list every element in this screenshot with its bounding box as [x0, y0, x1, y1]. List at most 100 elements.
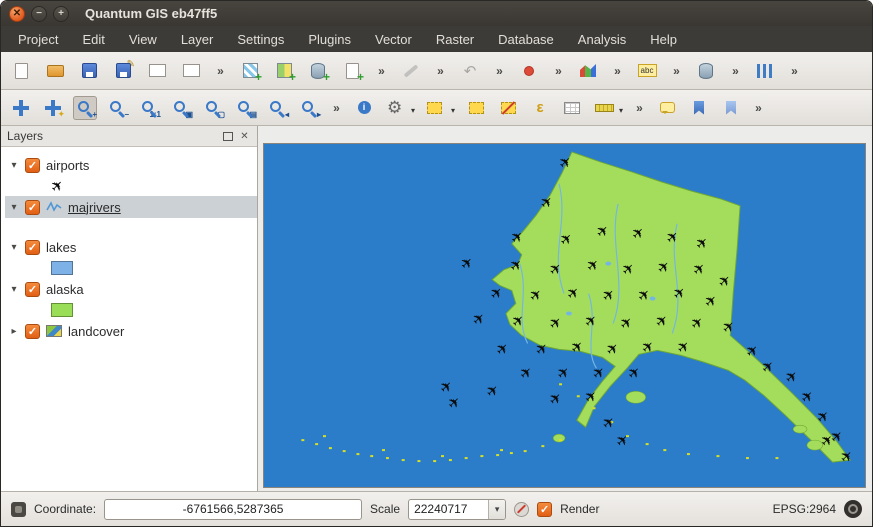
maximize-button[interactable]: + — [53, 6, 69, 22]
new-shapefile-layer-icon[interactable] — [340, 59, 364, 83]
toggle-extents-icon[interactable] — [11, 502, 26, 517]
map-tips-icon[interactable] — [655, 96, 679, 120]
zoom-last-icon[interactable]: ◂ — [265, 96, 289, 120]
zoom-native-icon[interactable]: 1:1 — [137, 96, 161, 120]
undock-panel-icon[interactable] — [221, 130, 234, 143]
overflow-icon[interactable]: » — [787, 59, 802, 83]
add-vector-layer-icon[interactable] — [238, 59, 262, 83]
overflow-icon[interactable]: » — [433, 59, 448, 83]
overflow-icon[interactable]: » — [213, 59, 228, 83]
layer-item-majrivers[interactable]: ▾✓majrivers — [5, 196, 257, 218]
stop-rendering-icon[interactable] — [514, 502, 529, 517]
menu-project[interactable]: Project — [7, 29, 69, 50]
deselect-all-icon[interactable] — [496, 96, 520, 120]
composer-manager-icon[interactable] — [179, 59, 203, 83]
expand-toggle-icon[interactable]: ▾ — [9, 284, 19, 295]
expand-toggle-icon[interactable]: ▾ — [9, 160, 19, 171]
overflow-icon[interactable]: » — [632, 96, 647, 120]
labeling-icon[interactable]: abc — [635, 59, 659, 83]
zoom-to-selection-glyph — [206, 101, 217, 112]
select-features-glyph — [427, 102, 442, 114]
dropdown-arrow-icon[interactable]: ▾ — [619, 106, 623, 115]
new-print-composer-icon[interactable] — [145, 59, 169, 83]
layer-visibility-checkbox[interactable]: ✓ — [25, 282, 40, 297]
identify-features-icon[interactable]: i — [352, 96, 376, 120]
zoom-full-extent-icon[interactable]: ▣ — [169, 96, 193, 120]
histogram-icon[interactable] — [576, 59, 600, 83]
overflow-icon[interactable]: » — [728, 59, 743, 83]
layer-visibility-checkbox[interactable]: ✓ — [25, 324, 40, 339]
overflow-icon[interactable]: » — [610, 59, 625, 83]
map-canvas[interactable]: ✈✈✈✈✈✈✈✈✈✈✈✈✈✈✈✈✈✈✈✈✈✈✈✈✈✈✈✈✈✈✈✈✈✈✈✈✈✈✈✈… — [264, 144, 865, 487]
save-project-icon[interactable] — [77, 59, 101, 83]
layer-visibility-checkbox[interactable]: ✓ — [25, 200, 40, 215]
menu-vector[interactable]: Vector — [364, 29, 423, 50]
airplane-symbol-icon: ✈ — [46, 175, 68, 197]
measure-icon[interactable]: ▾ — [592, 96, 624, 120]
overflow-icon[interactable]: » — [751, 96, 766, 120]
undo-icon[interactable]: ↶ — [458, 59, 482, 83]
zoom-last-glyph — [270, 101, 281, 112]
dropdown-arrow-icon[interactable]: ▾ — [451, 106, 455, 115]
menu-bar: ProjectEditViewLayerSettingsPluginsVecto… — [1, 26, 872, 52]
database-manager-icon[interactable] — [694, 59, 718, 83]
expand-toggle-icon[interactable]: ▾ — [9, 202, 19, 213]
layer-visibility-checkbox[interactable]: ✓ — [25, 240, 40, 255]
pan-to-selection-icon[interactable] — [41, 96, 65, 120]
overflow-icon[interactable]: » — [329, 96, 344, 120]
menu-raster[interactable]: Raster — [425, 29, 485, 50]
layer-visibility-checkbox[interactable]: ✓ — [25, 158, 40, 173]
layer-item-lakes[interactable]: ▾✓lakes — [5, 236, 257, 258]
run-feature-action-icon[interactable]: ⚙▾ — [384, 96, 416, 120]
overflow-icon[interactable]: » — [669, 59, 684, 83]
menu-edit[interactable]: Edit — [71, 29, 115, 50]
menu-settings[interactable]: Settings — [226, 29, 295, 50]
menu-plugins[interactable]: Plugins — [297, 29, 362, 50]
add-postgis-layer-icon[interactable] — [306, 59, 330, 83]
menu-help[interactable]: Help — [639, 29, 688, 50]
pan-map-icon[interactable] — [9, 96, 33, 120]
attribute-table-icon[interactable] — [560, 96, 584, 120]
zoom-out-icon[interactable]: − — [105, 96, 129, 120]
select-rectangle-icon[interactable] — [464, 96, 488, 120]
zoom-next-icon[interactable]: ▸ — [297, 96, 321, 120]
close-button[interactable]: ✕ — [9, 6, 25, 22]
scale-combo[interactable]: 22240717 ▾ — [408, 499, 506, 520]
help-contents-icon[interactable] — [517, 59, 541, 83]
zoom-in-icon[interactable]: + — [73, 96, 97, 120]
expand-toggle-icon[interactable]: ▾ — [9, 242, 19, 253]
select-features-icon[interactable]: ▾ — [424, 96, 456, 120]
toggle-editing-icon[interactable] — [399, 59, 423, 83]
minimize-button[interactable]: − — [31, 6, 47, 22]
menu-layer[interactable]: Layer — [170, 29, 225, 50]
render-checkbox[interactable]: ✓ — [537, 502, 552, 517]
select-by-expression-icon[interactable]: ε — [528, 96, 552, 120]
menu-database[interactable]: Database — [487, 29, 565, 50]
overflow-icon[interactable]: » — [492, 59, 507, 83]
statistics-icon[interactable] — [753, 59, 777, 83]
menu-analysis[interactable]: Analysis — [567, 29, 637, 50]
zoom-to-layer-icon[interactable]: ▤ — [233, 96, 257, 120]
close-panel-icon[interactable]: ✕ — [238, 130, 251, 143]
new-bookmark-icon[interactable] — [687, 96, 711, 120]
expand-toggle-icon[interactable]: ▸ — [9, 326, 19, 337]
menu-view[interactable]: View — [118, 29, 168, 50]
toolbar-navigation: +−1:1▣▢▤◂▸»i⚙▾▾ε▾»» — [1, 90, 872, 126]
layer-item-alaska[interactable]: ▾✓alaska — [5, 278, 257, 300]
crs-status-icon[interactable] — [844, 500, 862, 518]
zoom-to-selection-icon[interactable]: ▢ — [201, 96, 225, 120]
add-raster-layer-icon[interactable] — [272, 59, 296, 83]
open-project-icon[interactable] — [43, 59, 67, 83]
zoom-out-glyph — [110, 101, 121, 112]
show-bookmarks-icon[interactable] — [719, 96, 743, 120]
coordinate-input[interactable] — [104, 499, 362, 520]
save-project-as-icon[interactable] — [111, 59, 135, 83]
layer-item-airports[interactable]: ▾✓airports — [5, 154, 257, 176]
overflow-icon[interactable]: » — [551, 59, 566, 83]
new-project-icon[interactable] — [9, 59, 33, 83]
layer-item-landcover[interactable]: ▸✓landcover — [5, 320, 257, 342]
overflow-icon[interactable]: » — [374, 59, 389, 83]
dropdown-arrow-icon[interactable]: ▾ — [411, 106, 415, 115]
add-vector-layer-glyph — [243, 63, 258, 78]
chevron-down-icon[interactable]: ▾ — [488, 500, 505, 519]
